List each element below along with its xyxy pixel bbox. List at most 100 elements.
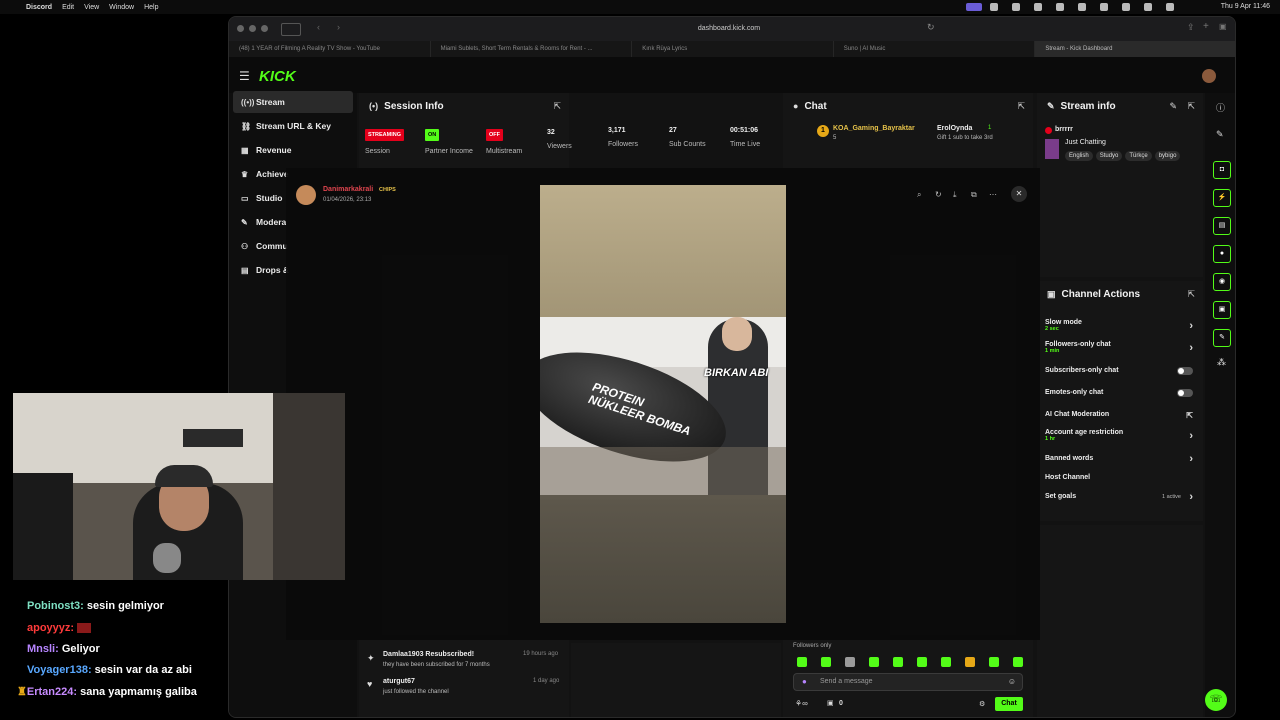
status-icon[interactable]	[1034, 3, 1042, 11]
sidebar-item-stream-url[interactable]: ⛓ Stream URL & Key	[233, 115, 353, 137]
emote-icon[interactable]	[941, 657, 951, 667]
kick-logo[interactable]: KICK	[259, 68, 296, 85]
minimize-window-button[interactable]	[249, 25, 256, 32]
sidebar-toggle-icon[interactable]	[281, 23, 301, 36]
menu-edit[interactable]: Edit	[62, 4, 74, 11]
viewer-author[interactable]: Danimarkakrali	[323, 186, 373, 193]
tag[interactable]: English	[1065, 151, 1093, 161]
toolbar-panel-icon[interactable]: ▣	[1213, 301, 1231, 319]
toolbar-broadcast-icon[interactable]: ◉	[1213, 273, 1231, 291]
sidebar-item-revenue[interactable]: ▦ Revenue	[233, 139, 353, 161]
wifi-icon[interactable]	[1122, 3, 1130, 11]
mic-icon[interactable]: ●	[802, 677, 807, 686]
action-slow-mode[interactable]: Slow mode 2 sec ›	[1045, 319, 1193, 332]
emote-icon[interactable]	[917, 657, 927, 667]
reload-icon[interactable]: ↻	[927, 22, 935, 33]
tab-suno[interactable]: Suno | AI Music	[834, 41, 1036, 57]
tab-lyrics[interactable]: Kırık Rüya Lyrics	[632, 41, 834, 57]
emote-icon[interactable]	[869, 657, 879, 667]
menu-help[interactable]: Help	[144, 4, 158, 11]
status-icon[interactable]	[1056, 3, 1064, 11]
status-icon[interactable]	[1078, 3, 1086, 11]
edit-icon[interactable]: ✎	[1169, 101, 1177, 112]
tag[interactable]: bybigo	[1154, 151, 1181, 161]
status-icon[interactable]	[990, 3, 998, 11]
tag[interactable]: Studyo	[1095, 151, 1123, 161]
settings-icon[interactable]: ⚙	[979, 700, 985, 708]
action-set-goals[interactable]: Set goals 1 active ›	[1045, 491, 1193, 503]
forward-icon[interactable]: ›	[337, 22, 340, 32]
tab-overview-icon[interactable]: ▣	[1219, 22, 1227, 31]
clock[interactable]: Thu 9 Apr 11:46	[1221, 3, 1270, 10]
chat-send-button[interactable]: Chat	[995, 697, 1023, 711]
toolbar-more-icon[interactable]: ⁂	[1217, 357, 1226, 368]
open-external-icon[interactable]: ⧉	[971, 190, 977, 200]
chat-input[interactable]: ● Send a message ☺	[793, 673, 1023, 691]
more-icon[interactable]: ⋯	[989, 190, 997, 199]
emote-picker-icon[interactable]: ⚘∞	[795, 699, 808, 708]
menu-view[interactable]: View	[84, 4, 99, 11]
download-icon[interactable]: ⤓	[953, 190, 957, 200]
stat-sub-counts: 27 Sub Counts	[669, 127, 706, 148]
badge-icon: ♜	[17, 686, 27, 698]
action-account-age[interactable]: Account age restriction 1 hr ›	[1045, 429, 1193, 442]
viewer-date: 01/04/2026, 23:13	[323, 197, 372, 203]
avatar[interactable]	[296, 185, 316, 205]
action-host-channel[interactable]: Host Channel	[1045, 474, 1193, 481]
second-gifter-name[interactable]: ErolOynda	[937, 125, 972, 132]
address-bar[interactable]: dashboard.kick.com	[529, 22, 929, 36]
expand-icon[interactable]: ⇱	[1017, 101, 1025, 112]
expand-icon[interactable]: ⇱	[1187, 289, 1195, 300]
emoji-icon[interactable]: ☺	[1008, 677, 1016, 686]
close-window-button[interactable]	[237, 25, 244, 32]
menu-window[interactable]: Window	[109, 4, 134, 11]
toolbar-wrench-icon[interactable]: ✎	[1213, 329, 1231, 347]
emote-icon[interactable]	[821, 657, 831, 667]
close-icon[interactable]: ✕	[1011, 186, 1027, 202]
rank-badge: 1	[817, 125, 829, 137]
action-followers-only[interactable]: Followers-only chat 1 min ›	[1045, 341, 1193, 354]
tab-sublets[interactable]: Miami Sublets, Short Term Rentals & Room…	[431, 41, 633, 57]
toolbar-widget-icon[interactable]: ◘	[1213, 161, 1231, 179]
action-ai-moderation[interactable]: AI Chat Moderation ⇱	[1045, 411, 1193, 420]
kick-header: ☰ KICK	[229, 57, 1235, 93]
new-tab-icon[interactable]: +	[1203, 21, 1209, 32]
emote-icon[interactable]	[965, 657, 975, 667]
top-gifter-name[interactable]: KOA_Gaming_Bayraktar	[833, 125, 915, 132]
rotate-icon[interactable]: ↻	[935, 190, 942, 199]
control-center-icon[interactable]	[1166, 3, 1174, 11]
info-icon[interactable]: ⓘ	[1216, 101, 1225, 114]
expand-icon[interactable]: ⇱	[553, 101, 561, 112]
avatar[interactable]	[1202, 69, 1216, 83]
emote-icon[interactable]	[893, 657, 903, 667]
expand-icon[interactable]: ⇱	[1187, 101, 1195, 112]
share-icon[interactable]: ⇪	[1187, 22, 1195, 33]
emotes-only-toggle[interactable]	[1177, 389, 1193, 397]
viewed-image[interactable]: PROTEIN NÜKLEER BOMBA BIRKAN ABI	[540, 185, 786, 623]
status-icon[interactable]	[1100, 3, 1108, 11]
tab-youtube[interactable]: (48) 1 YEAR of Filming A Reality TV Show…	[229, 41, 431, 57]
search-icon[interactable]	[1144, 3, 1152, 11]
toolbar-chat-icon[interactable]: ●	[1213, 245, 1231, 263]
menu-icon[interactable]: ☰	[239, 69, 250, 83]
zoom-icon[interactable]: ⌕	[917, 190, 921, 200]
toolbar-bolt-icon[interactable]: ⚡	[1213, 189, 1231, 207]
drops-icon: ▤	[241, 266, 249, 275]
tag[interactable]: Türkçe	[1125, 151, 1152, 161]
zoom-window-button[interactable]	[261, 25, 268, 32]
action-banned-words[interactable]: Banned words ›	[1045, 453, 1193, 465]
emote-icon[interactable]	[989, 657, 999, 667]
subscribers-only-toggle[interactable]	[1177, 367, 1193, 375]
edit-icon[interactable]: ✎	[1216, 129, 1224, 140]
status-icon[interactable]	[1012, 3, 1020, 11]
emote-icon[interactable]	[845, 657, 855, 667]
emote-icon[interactable]	[797, 657, 807, 667]
tab-kick-dashboard[interactable]: Stream - Kick Dashboard	[1035, 41, 1235, 57]
sidebar-item-stream[interactable]: ((•)) Stream	[233, 91, 353, 113]
emote-icon[interactable]	[1013, 657, 1023, 667]
status-app-icon[interactable]	[966, 3, 982, 11]
help-chat-button[interactable]: ☏	[1205, 689, 1227, 711]
back-icon[interactable]: ‹	[317, 22, 320, 32]
menu-app[interactable]: Discord	[26, 4, 52, 11]
toolbar-note-icon[interactable]: ▤	[1213, 217, 1231, 235]
